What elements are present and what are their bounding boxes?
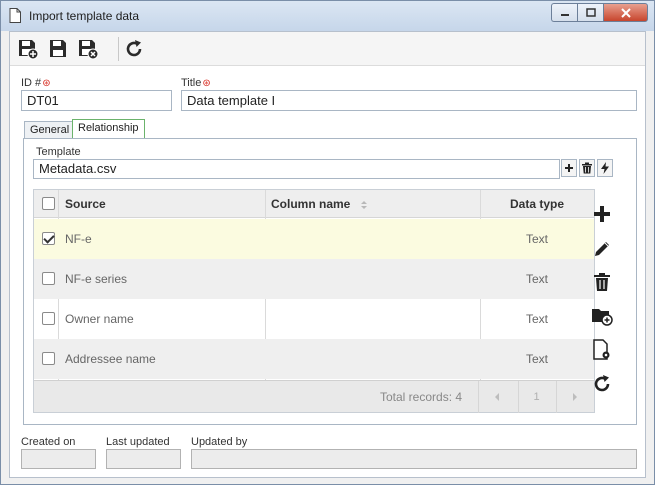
add-icon	[594, 206, 610, 222]
edit-row-button[interactable]	[589, 235, 615, 261]
chevron-left-icon	[494, 393, 499, 401]
toolbar-separator	[118, 37, 119, 61]
id-label: ID #⊛	[21, 77, 51, 89]
close-icon	[620, 7, 631, 18]
row-checkbox[interactable]	[42, 272, 55, 285]
next-page-button[interactable]	[556, 381, 592, 413]
template-delete-button[interactable]	[579, 159, 595, 177]
cell-data-type: Text	[525, 232, 548, 246]
title-label-text: Title	[181, 77, 202, 89]
last-updated-field	[106, 449, 181, 469]
created-on-label: Created on	[21, 436, 76, 448]
template-add-button[interactable]	[561, 159, 577, 177]
tab-relationship[interactable]: Relationship	[72, 119, 145, 139]
row-checkbox[interactable]	[42, 352, 55, 365]
title-label: Title⊛	[181, 77, 211, 89]
sort-icon	[360, 200, 367, 209]
relationship-panel: Template Metadata.csv Source Column name…	[23, 138, 637, 425]
prev-page-button[interactable]	[478, 381, 514, 413]
document-settings-icon	[593, 339, 610, 360]
row-checkbox[interactable]	[42, 312, 55, 325]
created-on-field	[21, 449, 96, 469]
column-column-name[interactable]: Column name	[271, 190, 368, 218]
refresh-icon	[594, 375, 610, 392]
refresh-grid-button[interactable]	[589, 371, 615, 397]
save-new-icon	[19, 40, 39, 60]
delete-row-button[interactable]	[589, 269, 615, 295]
grid-header: Source Column name Data type	[34, 190, 594, 218]
row-checkbox[interactable]	[42, 232, 55, 245]
save-new-button[interactable]	[16, 37, 40, 61]
document-settings-button[interactable]	[589, 337, 615, 363]
cell-data-type: Text	[525, 312, 548, 326]
id-label-text: ID #	[21, 77, 42, 89]
table-row[interactable]: Owner name Text	[34, 299, 594, 339]
trash-icon	[582, 162, 592, 174]
template-action-button[interactable]	[597, 159, 613, 177]
table-row[interactable]: NF-e Text	[34, 219, 594, 259]
column-source[interactable]: Source	[65, 190, 106, 218]
column-column-name-label: Column name	[271, 197, 351, 211]
column-data-type[interactable]: Data type	[480, 190, 594, 218]
cell-source: NF-e series	[65, 272, 128, 286]
add-row-button[interactable]	[589, 201, 615, 227]
cell-data-type: Text	[525, 272, 548, 286]
tab-general[interactable]: General	[24, 121, 76, 139]
table-row[interactable]: NF-e series Text	[34, 259, 594, 299]
updated-by-label: Updated by	[191, 436, 248, 448]
total-records: Total records: 4	[380, 390, 463, 404]
chevron-right-icon	[572, 393, 577, 401]
save-icon	[50, 40, 66, 57]
updated-by-field	[191, 449, 637, 469]
grid-footer: Total records: 4 1	[34, 380, 594, 413]
add-folder-button[interactable]	[589, 303, 615, 329]
dialog-window: Import template data ID #⊛ DT01 Title⊛ D…	[0, 0, 655, 485]
refresh-icon	[126, 40, 142, 57]
document-icon	[9, 8, 21, 23]
cell-source: Owner name	[65, 312, 134, 326]
save-button[interactable]	[46, 37, 70, 61]
cell-data-type: Text	[525, 352, 548, 366]
title-field[interactable]: Data template I	[181, 90, 637, 111]
cell-source: Addressee name	[65, 352, 156, 366]
id-field[interactable]: DT01	[21, 90, 172, 111]
relationship-grid: Source Column name Data type NF-e Text N…	[33, 189, 595, 413]
cell-source: NF-e	[65, 232, 92, 246]
select-all-checkbox[interactable]	[42, 197, 55, 210]
window-title: Import template data	[29, 9, 140, 23]
dialog-body: ID #⊛ DT01 Title⊛ Data template I Genera…	[9, 31, 646, 478]
refresh-button[interactable]	[122, 37, 146, 61]
template-field[interactable]: Metadata.csv	[33, 159, 560, 179]
required-icon: ⊛	[42, 78, 51, 89]
edit-icon	[595, 242, 609, 256]
delete-icon	[594, 273, 610, 291]
table-row[interactable]: Addressee name Text	[34, 339, 594, 379]
maximize-button[interactable]	[577, 3, 603, 22]
last-updated-label: Last updated	[106, 436, 170, 448]
toolbar	[10, 32, 645, 66]
lightning-icon	[601, 162, 609, 174]
minimize-icon	[560, 13, 569, 16]
close-button[interactable]	[603, 3, 648, 22]
required-icon: ⊛	[202, 78, 211, 89]
save-close-icon	[79, 40, 99, 60]
folder-add-icon	[592, 309, 613, 326]
page-number[interactable]: 1	[518, 381, 554, 413]
minimize-button[interactable]	[551, 3, 577, 22]
template-label: Template	[36, 146, 81, 158]
title-bar[interactable]: Import template data	[1, 1, 654, 31]
add-icon	[565, 164, 573, 172]
save-close-button[interactable]	[76, 37, 100, 61]
maximize-icon	[585, 8, 596, 17]
